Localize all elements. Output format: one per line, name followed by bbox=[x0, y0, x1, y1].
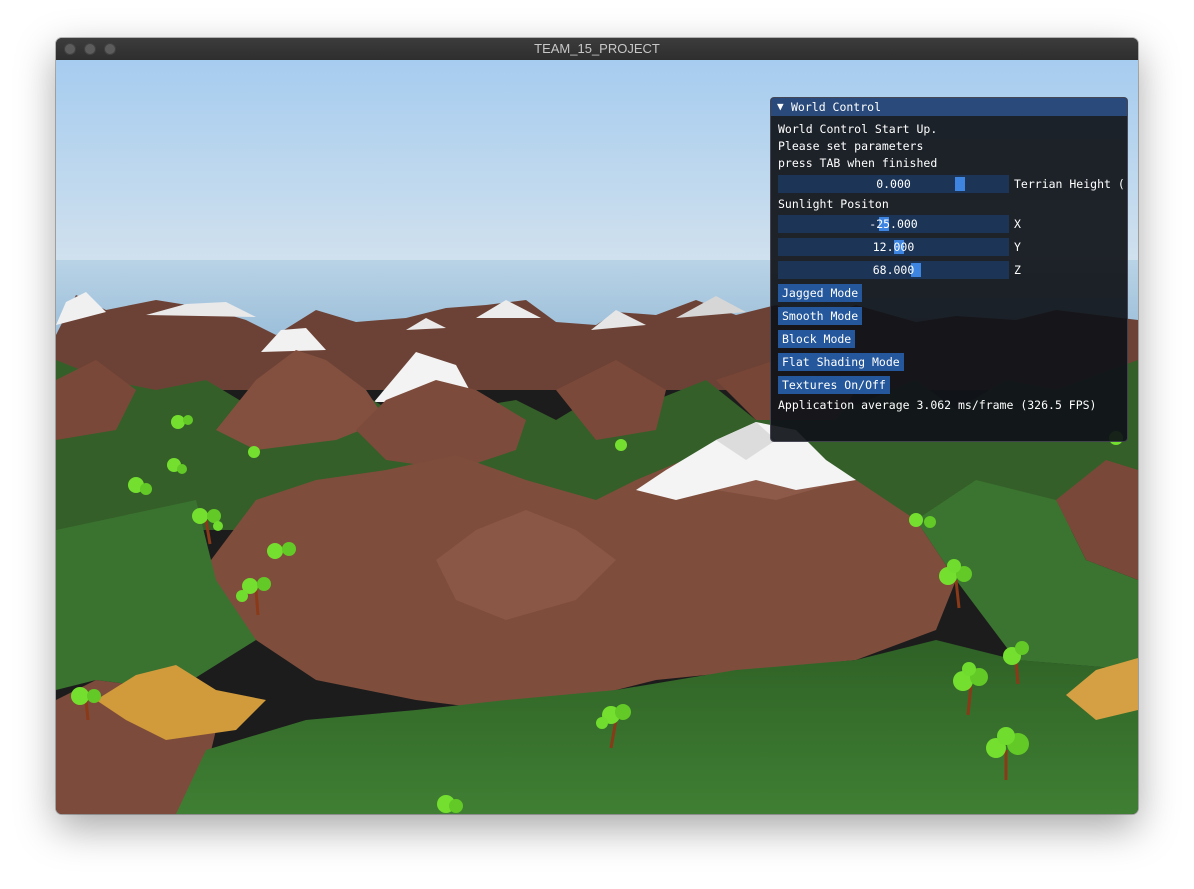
triangle-down-icon[interactable]: ▼ bbox=[777, 100, 784, 113]
slider-value: 68.000 bbox=[872, 263, 915, 277]
sun-z-label: Z bbox=[1014, 263, 1021, 277]
jagged-mode-button[interactable]: Jagged Mode bbox=[778, 284, 863, 302]
sun-z-slider[interactable]: 68.000 bbox=[778, 261, 1009, 279]
intro-line-2: Please set parameters bbox=[778, 139, 924, 153]
flat-shading-mode-button[interactable]: Flat Shading Mode bbox=[778, 353, 904, 371]
sun-x-label: X bbox=[1014, 217, 1021, 231]
terrain-height-label: Terrian Height ( bbox=[1014, 177, 1125, 191]
smooth-mode-button[interactable]: Smooth Mode bbox=[778, 307, 863, 325]
window-title: TEAM_15_PROJECT bbox=[534, 41, 660, 56]
fps-stats: Application average 3.062 ms/frame (326.… bbox=[778, 398, 1097, 412]
world-control-panel: ▼ World Control World Control Start Up. … bbox=[770, 97, 1128, 442]
slider-value: 0.000 bbox=[876, 177, 911, 191]
panel-title-bar[interactable]: ▼ World Control bbox=[771, 98, 1127, 116]
sun-y-slider[interactable]: 12.000 bbox=[778, 238, 1009, 256]
sun-x-slider[interactable]: -25.000 bbox=[778, 215, 1009, 233]
block-mode-button[interactable]: Block Mode bbox=[778, 330, 856, 348]
intro-line-1: World Control Start Up. bbox=[778, 122, 938, 136]
textures-toggle-button[interactable]: Textures On/Off bbox=[778, 376, 890, 394]
app-window: TEAM_15_PROJECT ▼ World Control World Co… bbox=[56, 38, 1138, 814]
terrain-height-slider[interactable]: 0.000 bbox=[778, 175, 1009, 193]
sunlight-position-label: Sunlight Positon bbox=[778, 197, 889, 211]
slider-value: -25.000 bbox=[869, 217, 918, 231]
sun-y-label: Y bbox=[1014, 240, 1021, 254]
terrain-viewport[interactable]: ▼ World Control World Control Start Up. … bbox=[56, 60, 1138, 814]
title-bar[interactable]: TEAM_15_PROJECT bbox=[56, 38, 1138, 61]
slider-value: 12.000 bbox=[872, 240, 915, 254]
intro-line-3: press TAB when finished bbox=[778, 156, 938, 170]
panel-title: World Control bbox=[791, 100, 882, 114]
